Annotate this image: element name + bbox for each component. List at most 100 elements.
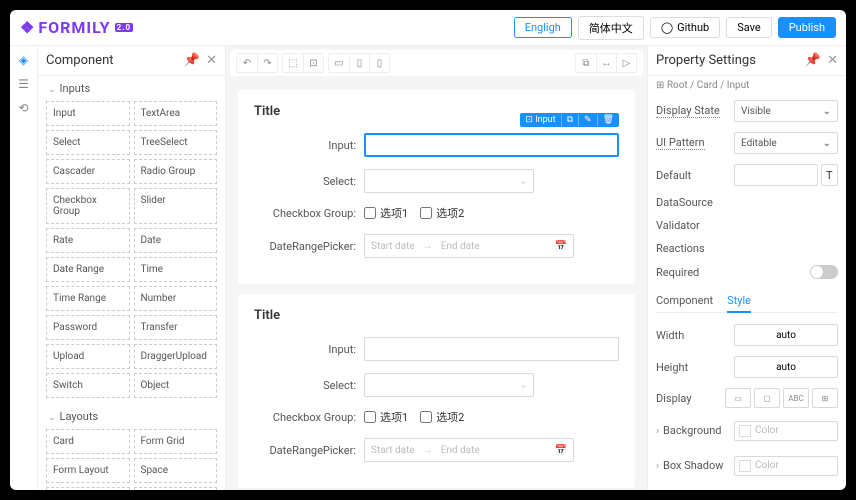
select-input[interactable]: ⌄: [364, 169, 534, 193]
text-input[interactable]: [364, 337, 619, 361]
component-item[interactable]: Date: [134, 228, 218, 253]
selection-action-icon[interactable]: ⧉: [561, 113, 578, 127]
close-panel-icon[interactable]: ✕: [206, 53, 217, 68]
form-card[interactable]: TitleInputSelect⌄Checkbox Group选项1选项2Dat…: [238, 294, 635, 488]
component-item[interactable]: Transfer: [134, 315, 218, 340]
checkbox-option[interactable]: 选项2: [420, 205, 464, 221]
checkbox-option[interactable]: 选项1: [364, 409, 408, 425]
field-label: Select: [254, 175, 364, 188]
component-item[interactable]: FormTab: [46, 487, 130, 490]
text-input[interactable]: [364, 133, 619, 157]
component-item[interactable]: Form Layout: [46, 458, 130, 483]
form-field[interactable]: Input⊡ Input⧉✎🗑: [254, 133, 619, 157]
component-item[interactable]: Number: [134, 286, 218, 311]
component-item[interactable]: Object: [134, 373, 218, 398]
tree-rail-icon[interactable]: ☰: [16, 76, 32, 92]
component-item[interactable]: Slider: [134, 188, 218, 224]
display-state-select[interactable]: Visible⌄: [734, 100, 838, 122]
component-item[interactable]: Switch: [46, 373, 130, 398]
validator-label[interactable]: Validator: [656, 219, 734, 232]
component-item[interactable]: FormCollapse: [134, 487, 218, 490]
daterange-input[interactable]: Start date→End date📅: [364, 438, 574, 462]
display-inlineblock-button[interactable]: ▢: [754, 388, 780, 408]
component-item[interactable]: Radio Group: [134, 159, 218, 184]
component-item[interactable]: Form Grid: [134, 429, 218, 454]
select-input[interactable]: ⌄: [364, 373, 534, 397]
checkbox-option[interactable]: 选项1: [364, 205, 408, 221]
background-color-input[interactable]: Color: [734, 421, 838, 441]
form-field[interactable]: DateRangePickerStart date→End date📅: [254, 234, 619, 258]
close-panel-icon[interactable]: ✕: [827, 53, 838, 68]
selection-icon[interactable]: ⊡: [303, 54, 323, 72]
background-section[interactable]: Background: [656, 418, 734, 443]
display-inline-button[interactable]: ABC: [783, 388, 809, 408]
font-section[interactable]: Font: [656, 488, 734, 490]
field-label: Checkbox Group: [254, 207, 364, 220]
lang-chinese-button[interactable]: 简体中文: [578, 16, 644, 40]
component-item[interactable]: Time Range: [46, 286, 130, 311]
lang-english-button[interactable]: Engligh: [514, 17, 572, 38]
required-toggle[interactable]: [810, 265, 838, 279]
component-item[interactable]: Cascader: [46, 159, 130, 184]
width-input[interactable]: [734, 324, 838, 346]
desktop-icon[interactable]: ▭: [329, 54, 349, 72]
card-title: Title: [254, 308, 619, 323]
github-button[interactable]: ◯Github: [650, 17, 720, 38]
checkbox-option[interactable]: 选项2: [420, 409, 464, 425]
display-block-button[interactable]: ▭: [725, 388, 751, 408]
form-field[interactable]: Checkbox Group选项1 选项2: [254, 205, 619, 222]
form-card[interactable]: TitleInput⊡ Input⧉✎🗑Select⌄Checkbox Grou…: [238, 90, 635, 284]
form-field[interactable]: DateRangePickerStart date→End date📅: [254, 438, 619, 462]
component-item[interactable]: Checkbox Group: [46, 188, 130, 224]
default-input[interactable]: [734, 164, 818, 186]
mobile-icon[interactable]: ▯: [369, 54, 389, 72]
group-header[interactable]: Layouts: [46, 404, 217, 429]
redo-icon[interactable]: ↷: [257, 54, 277, 72]
component-item[interactable]: TextArea: [134, 101, 218, 126]
component-item[interactable]: Password: [46, 315, 130, 340]
form-field[interactable]: Checkbox Group选项1选项2: [254, 409, 619, 426]
ui-pattern-select[interactable]: Editable⌄: [734, 132, 838, 154]
font-select[interactable]: Helvetica Neue⌄: [734, 490, 838, 491]
component-item[interactable]: TreeSelect: [134, 130, 218, 155]
reactions-label[interactable]: Reactions: [656, 242, 734, 255]
boxshadow-section[interactable]: Box Shadow: [656, 453, 734, 478]
pin-icon[interactable]: 📌: [805, 53, 821, 68]
component-item[interactable]: Input: [46, 101, 130, 126]
save-button[interactable]: Save: [726, 17, 772, 38]
form-field[interactable]: Select⌄: [254, 169, 619, 193]
fullwidth-icon[interactable]: ↔: [596, 54, 616, 72]
selection-action-icon[interactable]: ✎: [578, 113, 597, 127]
display-flex-button[interactable]: ⊞: [812, 388, 838, 408]
component-item[interactable]: DraggerUpload: [134, 344, 218, 369]
tablet-icon[interactable]: ▯: [349, 54, 369, 72]
height-input[interactable]: [734, 356, 838, 378]
code-icon[interactable]: ⧉: [576, 54, 596, 72]
form-field[interactable]: Select⌄: [254, 373, 619, 397]
undo-icon[interactable]: ↶: [237, 54, 257, 72]
boxshadow-color-input[interactable]: Color: [734, 456, 838, 476]
expression-button[interactable]: T: [821, 164, 838, 186]
component-item[interactable]: Date Range: [46, 257, 130, 282]
component-item[interactable]: Select: [46, 130, 130, 155]
cursor-icon[interactable]: ⬚: [283, 54, 303, 72]
component-item[interactable]: Upload: [46, 344, 130, 369]
form-field[interactable]: Input: [254, 337, 619, 361]
group-header[interactable]: Inputs: [46, 76, 217, 101]
preview-icon[interactable]: ▷: [616, 54, 636, 72]
history-rail-icon[interactable]: ⟲: [16, 100, 32, 116]
pin-icon[interactable]: 📌: [184, 53, 200, 68]
tab-component[interactable]: Component: [656, 290, 713, 312]
component-item[interactable]: Rate: [46, 228, 130, 253]
component-item[interactable]: Time: [134, 257, 218, 282]
component-item[interactable]: Card: [46, 429, 130, 454]
tab-style[interactable]: Style: [727, 290, 751, 313]
breadcrumb[interactable]: ⊞ Root / Card / Input: [648, 76, 846, 95]
daterange-input[interactable]: Start date→End date📅: [364, 234, 574, 258]
width-label: Width: [656, 329, 734, 342]
components-rail-icon[interactable]: ◈: [16, 52, 32, 68]
selection-action-icon[interactable]: 🗑: [597, 113, 619, 127]
datasource-label[interactable]: DataSource: [656, 196, 734, 209]
component-item[interactable]: Space: [134, 458, 218, 483]
publish-button[interactable]: Publish: [778, 17, 836, 38]
